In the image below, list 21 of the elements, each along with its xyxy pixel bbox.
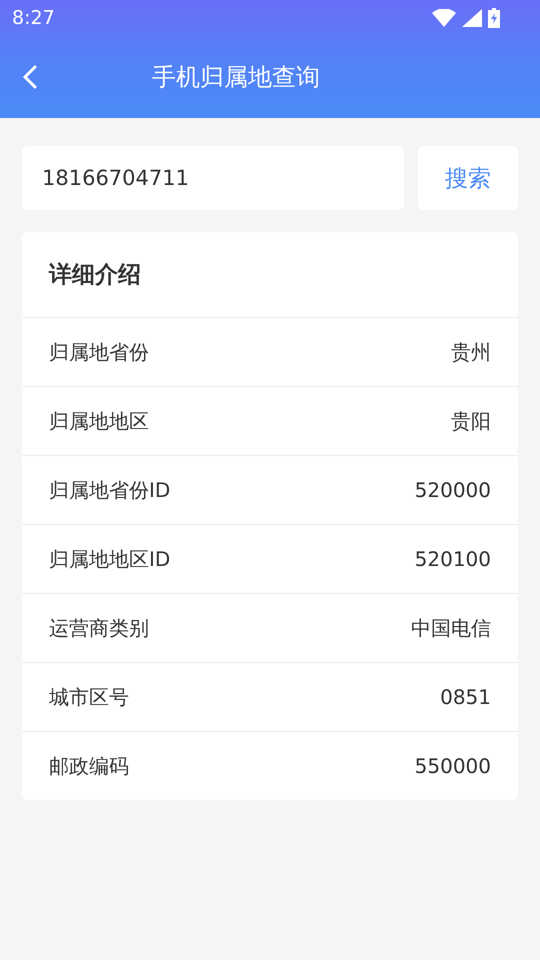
wifi-icon (432, 9, 456, 27)
battery-icon (488, 8, 500, 28)
status-time: 8:27 (12, 7, 55, 29)
row-value: 中国电信 (411, 614, 491, 642)
row-value: 贵阳 (451, 408, 491, 434)
row-value: 0851 (440, 685, 491, 709)
signal-icon (462, 9, 482, 27)
row-label: 运营商类别 (49, 614, 149, 642)
row-label: 归属地地区ID (49, 546, 170, 572)
row-value: 贵州 (451, 338, 491, 366)
row-label: 归属地省份ID (49, 476, 170, 504)
row-value: 520100 (414, 547, 491, 571)
row-value: 520000 (414, 478, 491, 502)
card-title: 详细介绍 (49, 261, 141, 290)
row-label: 邮政编码 (49, 752, 129, 780)
page-title: 手机归属地查询 (152, 62, 320, 93)
row-value: 550000 (414, 754, 491, 778)
row-label: 归属地地区 (49, 408, 149, 434)
row-label: 城市区号 (49, 684, 129, 710)
phone-input-field[interactable]: 18166704711 (22, 146, 404, 210)
row-label: 归属地省份 (49, 338, 149, 366)
